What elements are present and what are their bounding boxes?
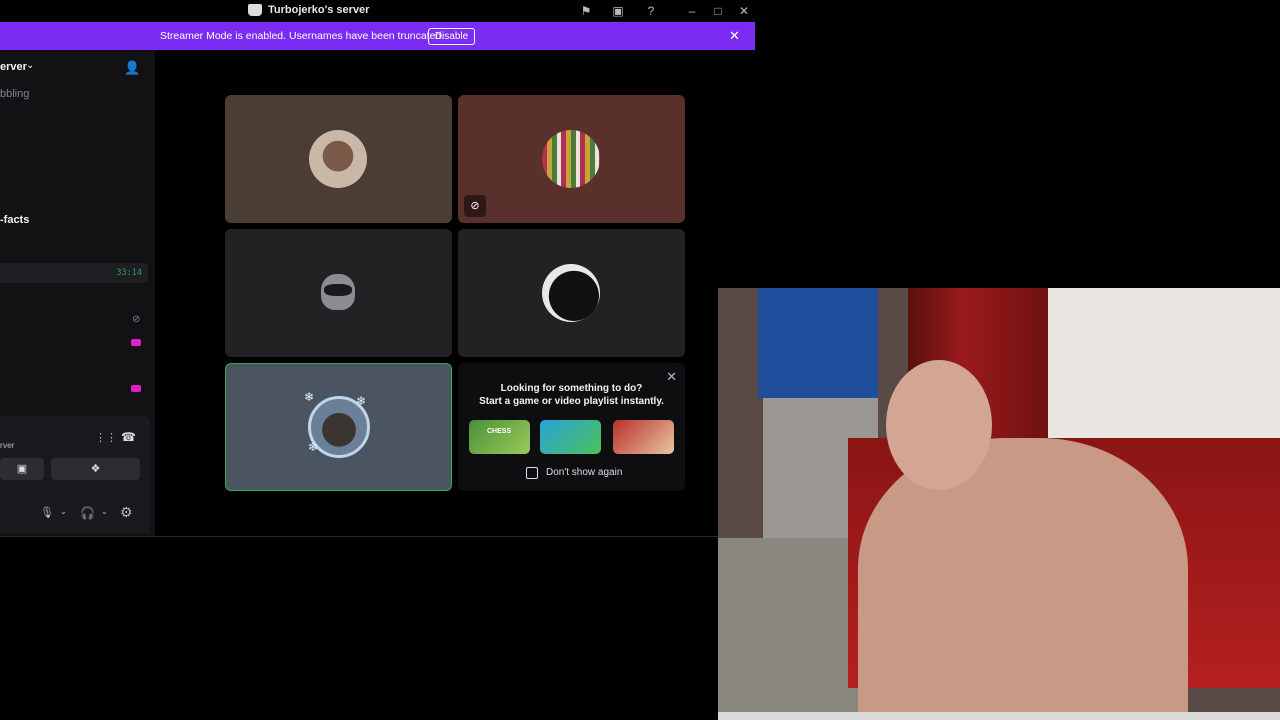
- participant-tile-speaking[interactable]: ❄ ❄ ❄: [225, 363, 452, 491]
- channel-sidebar: erver ⌄ 👤 bbling -facts 33:14 ⊘ rver ⋮⋮ …: [0, 50, 155, 536]
- participant-tile[interactable]: [458, 229, 685, 357]
- discord-window: Turbojerko's server ⚑ ▣ ? – □ ✕ Streamer…: [0, 0, 755, 537]
- chevron-down-icon[interactable]: ⌄: [101, 507, 108, 516]
- avatar: [542, 264, 600, 322]
- screen: Turbojerko's server ⚑ ▣ ? – □ ✕ Streamer…: [0, 0, 1280, 720]
- help-icon[interactable]: ?: [643, 3, 659, 19]
- call-timer: 33:14: [116, 268, 142, 278]
- maximize-icon[interactable]: □: [711, 3, 725, 19]
- channel-item[interactable]: bbling: [0, 88, 29, 100]
- participant-tile[interactable]: ⊘: [458, 95, 685, 223]
- promo-heading: Looking for something to do?: [500, 383, 643, 394]
- voice-channel-row[interactable]: 33:14: [0, 263, 148, 283]
- avatar: [542, 130, 600, 188]
- dont-show-checkbox[interactable]: [526, 467, 538, 479]
- chevron-down-icon[interactable]: ⌄: [26, 60, 34, 71]
- camera-button[interactable]: ▣: [0, 458, 44, 480]
- invite-icon[interactable]: 👤: [124, 60, 140, 76]
- voice-connected-panel: rver ⋮⋮ ☎ ▣ ❖ 🎙 ⌄ 🎧 ⌄ ⚙: [0, 416, 150, 534]
- inbox-icon[interactable]: ▣: [610, 3, 626, 19]
- game-tile-2[interactable]: [540, 420, 601, 454]
- close-icon[interactable]: ✕: [737, 3, 751, 19]
- snowflake-icon: ❄: [308, 440, 319, 454]
- mute-icon: ⊘: [464, 195, 486, 217]
- channel-item-facts[interactable]: -facts: [0, 214, 29, 226]
- mute-icon: ⊘: [132, 314, 141, 325]
- webcam-overlay: [718, 288, 1280, 720]
- snowflake-icon: ❄: [304, 390, 315, 404]
- microphone-icon[interactable]: 🎙: [40, 506, 54, 519]
- avatar: [309, 130, 367, 188]
- promo-subheading: Start a game or video playlist instantly…: [479, 396, 664, 407]
- window-title: Turbojerko's server: [248, 4, 369, 16]
- minimize-icon[interactable]: –: [685, 3, 699, 19]
- chevron-down-icon[interactable]: ⌄: [60, 507, 67, 516]
- disable-streamer-button[interactable]: Disable: [428, 28, 475, 45]
- dont-show-label[interactable]: Don't show again: [546, 467, 622, 478]
- gear-icon[interactable]: ⚙: [120, 504, 133, 521]
- activity-promo: ✕ Looking for something to do? Start a g…: [458, 363, 685, 491]
- hangup-icon[interactable]: ☎: [121, 430, 136, 444]
- participant-tile[interactable]: [225, 229, 452, 357]
- soundwave-icon[interactable]: ⋮⋮: [95, 431, 117, 444]
- activities-button[interactable]: ❖: [51, 458, 140, 480]
- close-banner-icon[interactable]: ✕: [729, 28, 740, 44]
- snowflake-icon: ❄: [356, 394, 367, 408]
- avatar: [309, 264, 367, 322]
- server-icon: [248, 4, 262, 16]
- game-tile-3[interactable]: [613, 420, 674, 454]
- window-title-text: Turbojerko's server: [268, 4, 370, 16]
- participant-tile[interactable]: [225, 95, 452, 223]
- headphones-icon[interactable]: 🎧: [80, 506, 95, 520]
- flag-icon[interactable]: ⚑: [578, 3, 594, 19]
- user-panel: 🎙 ⌄ 🎧 ⌄ ⚙: [0, 498, 150, 534]
- game-tile-chess[interactable]: CHESS: [469, 420, 530, 454]
- title-bar: Turbojerko's server ⚑ ▣ ? – □ ✕: [0, 0, 755, 22]
- streamer-mode-banner: Streamer Mode is enabled. Usernames have…: [0, 22, 755, 50]
- nitro-badge-icon: [131, 385, 141, 392]
- voice-server-name[interactable]: rver: [0, 440, 15, 450]
- nitro-badge-icon: [131, 339, 141, 346]
- game-logo: CHESS: [487, 428, 512, 435]
- server-name[interactable]: erver: [0, 61, 27, 73]
- streamer-mode-text: Streamer Mode is enabled. Usernames have…: [160, 30, 445, 42]
- voice-call-area: ⊘ ❄ ❄ ❄ ✕ Looking for something to do? S…: [155, 50, 755, 536]
